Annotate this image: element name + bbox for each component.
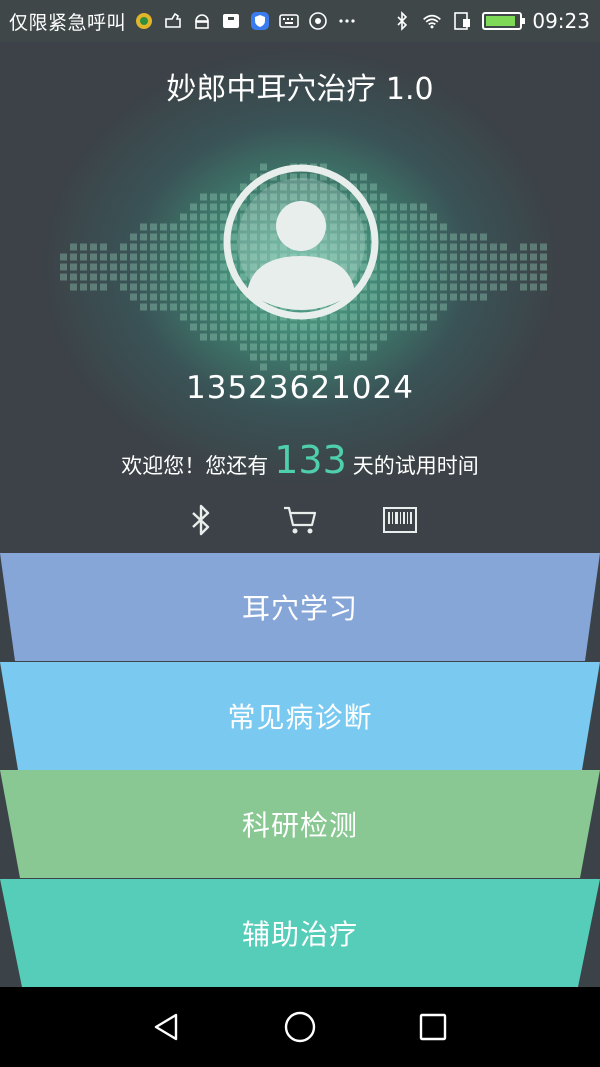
bluetooth-icon (192, 504, 210, 536)
app-notif-icon (165, 12, 181, 28)
trial-info: 欢迎您！您还有 133 天的试用时间 (0, 438, 600, 482)
menu-auxiliary-treatment[interactable]: 辅助治疗 (0, 879, 600, 987)
clock: 09:23 (532, 9, 590, 33)
carrier-text: 仅限紧急呼叫 (9, 11, 127, 34)
back-icon[interactable] (146, 1007, 186, 1047)
status-bar: 仅限紧急呼叫 09:23 (0, 0, 600, 42)
sim-icon (454, 12, 471, 30)
barcode-icon (383, 507, 417, 533)
navigation-bar (0, 987, 600, 1067)
menu-ear-point-learning[interactable]: 耳穴学习 (0, 553, 600, 661)
action-bar (0, 500, 600, 540)
trial-days: 133 (274, 438, 347, 482)
shield-notif-icon (251, 12, 270, 30)
trial-prefix: 欢迎您！您还有 (121, 454, 269, 478)
app-notif-icon (223, 14, 240, 28)
bluetooth-button[interactable] (181, 500, 221, 540)
profile-header: 妙郎中耳穴治疗 1.0 13523621024 欢迎您！您还有 133 天的试用… (0, 42, 600, 553)
home-icon[interactable] (280, 1007, 320, 1047)
more-icon (339, 19, 355, 23)
wifi-icon (423, 14, 442, 29)
phone-number: 13523621024 (186, 370, 414, 406)
menu-research-detection[interactable]: 科研检测 (0, 770, 600, 878)
menu-label: 耳穴学习 (241, 592, 358, 625)
menu-label: 辅助治疗 (241, 918, 358, 951)
recents-icon[interactable] (413, 1007, 453, 1047)
battery-icon (482, 12, 526, 30)
cart-icon (284, 506, 317, 534)
trial-suffix: 天的试用时间 (352, 454, 479, 478)
android-icon (195, 14, 209, 29)
notification-icons (134, 11, 357, 31)
app-notif-icon (309, 12, 327, 30)
keyboard-icon (279, 14, 299, 28)
avatar[interactable] (223, 164, 379, 320)
menu-label: 科研检测 (241, 809, 358, 842)
app-notif-icon (136, 13, 153, 29)
cart-button[interactable] (280, 500, 320, 540)
menu-common-disease-diagnosis[interactable]: 常见病诊断 (0, 662, 600, 770)
menu-label: 常见病诊断 (227, 701, 373, 734)
bluetooth-icon (397, 11, 408, 31)
barcode-button[interactable] (380, 500, 420, 540)
